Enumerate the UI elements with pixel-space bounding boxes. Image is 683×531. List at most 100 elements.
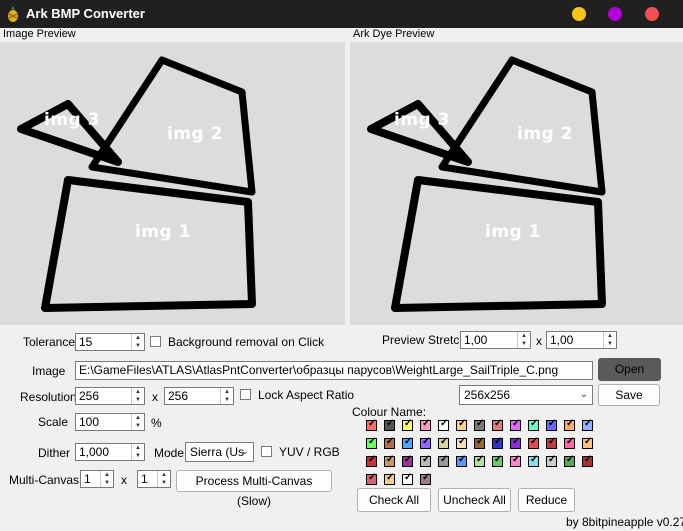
check-icon: ✓ <box>548 436 557 447</box>
colour-swatch-checkbox[interactable]: ✓ <box>402 472 413 485</box>
colour-swatch-checkbox[interactable]: ✓ <box>384 436 395 449</box>
colour-swatch-checkbox[interactable]: ✓ <box>492 418 503 431</box>
stretch-y-spinner[interactable]: ▲ ▼ <box>603 332 616 348</box>
yuv-rgb-checkbox[interactable] <box>261 446 272 457</box>
colour-swatch-checkbox[interactable]: ✓ <box>510 454 521 467</box>
title-bar: Ark BMP Converter <box>0 0 683 28</box>
colour-swatch-checkbox[interactable]: ✓ <box>384 418 395 431</box>
colour-swatch-checkbox[interactable]: ✓ <box>438 436 449 449</box>
check-icon: ✓ <box>440 436 449 447</box>
check-icon: ✓ <box>458 436 467 447</box>
colour-swatch-checkbox[interactable]: ✓ <box>564 418 575 431</box>
resolution-height-input[interactable]: 256 ▲ ▼ <box>164 387 234 405</box>
height-spinner[interactable]: ▲ ▼ <box>220 388 233 404</box>
check-icon: ✓ <box>584 436 593 447</box>
colour-swatch-checkbox[interactable]: ✓ <box>546 436 557 449</box>
resolution-preset-select[interactable]: 256x256 ⌄ <box>459 385 593 405</box>
multi-canvas-y-input[interactable]: 1 ▲ ▼ <box>137 470 171 488</box>
canvas-x-spinner[interactable]: ▲ ▼ <box>100 471 113 487</box>
image-preview-label: Image Preview <box>3 28 76 40</box>
colour-swatch-checkbox[interactable]: ✓ <box>420 472 431 485</box>
preview-stretch-y-input[interactable]: 1,00 ▲ ▼ <box>546 331 617 349</box>
uncheck-all-button[interactable]: Uncheck All <box>438 488 511 512</box>
preview-stretch-x-input[interactable]: 1,00 ▲ ▼ <box>460 331 531 349</box>
resolution-width-input[interactable]: 256 ▲ ▼ <box>75 387 145 405</box>
colour-swatch-checkbox[interactable]: ✓ <box>564 436 575 449</box>
colour-swatch-grid: ✓ ✓ ✓ ✓ ✓ ✓ ✓ ✓ ✓ ✓ ✓ ✓ ✓ ✓ ✓ ✓ ✓ ✓ ✓ ✓ ✓ ✓ ✓ ✓ ✓ ✓ ✓ ✓ ✓ ✓ ✓ ✓ ✓ ✓ ✓ ✓ ✓ ✓ ✓ ✓… <box>366 418 636 485</box>
tolerance-spinner[interactable]: ▲ ▼ <box>131 334 144 350</box>
lock-aspect-checkbox[interactable] <box>240 389 251 400</box>
colour-swatch-checkbox[interactable]: ✓ <box>582 454 593 467</box>
colour-swatch-checkbox[interactable]: ✓ <box>420 454 431 467</box>
colour-swatch-checkbox[interactable]: ✓ <box>456 454 467 467</box>
colour-swatch-checkbox[interactable]: ✓ <box>384 454 395 467</box>
colour-swatch-checkbox[interactable]: ✓ <box>438 454 449 467</box>
colour-swatch-checkbox[interactable]: ✓ <box>366 472 377 485</box>
colour-swatch-checkbox[interactable]: ✓ <box>564 454 575 467</box>
tolerance-input[interactable]: 15 ▲ ▼ <box>75 333 145 351</box>
colour-swatch-checkbox[interactable]: ✓ <box>420 418 431 431</box>
multi-canvas-x-input[interactable]: 1 ▲ ▼ <box>80 470 114 488</box>
stretch-x-spinner[interactable]: ▲ ▼ <box>517 332 530 348</box>
dither-spinner[interactable]: ▲ ▼ <box>131 444 144 460</box>
check-icon: ✓ <box>476 436 485 447</box>
check-all-button[interactable]: Check All <box>357 488 431 512</box>
check-icon: ✓ <box>476 418 485 429</box>
colour-swatch-checkbox[interactable]: ✓ <box>546 454 557 467</box>
bg-removal-label: Background removal on Click <box>168 335 325 349</box>
colour-swatch-checkbox[interactable]: ✓ <box>456 436 467 449</box>
close-button[interactable] <box>645 7 659 21</box>
colour-swatch-checkbox[interactable]: ✓ <box>474 436 485 449</box>
colour-swatch-checkbox[interactable]: ✓ <box>384 472 395 485</box>
check-icon: ✓ <box>476 454 485 465</box>
scale-spinner[interactable]: ▲ ▼ <box>131 414 144 430</box>
colour-swatch-checkbox[interactable]: ✓ <box>582 436 593 449</box>
check-icon: ✓ <box>530 454 539 465</box>
reduce-button[interactable]: Reduce <box>518 488 575 512</box>
colour-swatch-checkbox[interactable]: ✓ <box>402 454 413 467</box>
window-title: Ark BMP Converter <box>26 6 145 21</box>
process-multi-canvas-button[interactable]: Process Multi-Canvas (Slow) <box>176 470 332 508</box>
dither-input[interactable]: 1,000 ▲ ▼ <box>75 443 145 461</box>
check-icon: ✓ <box>530 418 539 429</box>
colour-swatch-checkbox[interactable]: ✓ <box>366 418 377 431</box>
bg-removal-checkbox[interactable] <box>150 336 161 347</box>
colour-swatch-checkbox[interactable]: ✓ <box>474 454 485 467</box>
colour-swatch-checkbox[interactable]: ✓ <box>366 436 377 449</box>
colour-swatch-checkbox[interactable]: ✓ <box>582 418 593 431</box>
check-icon: ✓ <box>368 472 377 483</box>
check-icon: ✓ <box>566 436 575 447</box>
width-spinner[interactable]: ▲ ▼ <box>131 388 144 404</box>
colour-swatch-checkbox[interactable]: ✓ <box>402 418 413 431</box>
colour-swatch-checkbox[interactable]: ✓ <box>402 436 413 449</box>
colour-swatch-checkbox[interactable]: ✓ <box>456 418 467 431</box>
resolution-label: Resolution <box>20 390 77 404</box>
shape-label: img 2 <box>167 124 223 144</box>
dither-mode-select[interactable]: Sierra (Us ⌄ <box>185 442 254 462</box>
colour-swatch-checkbox[interactable]: ✓ <box>510 418 521 431</box>
check-icon: ✓ <box>422 436 431 447</box>
colour-swatch-checkbox[interactable]: ✓ <box>366 454 377 467</box>
check-icon: ✓ <box>584 454 593 465</box>
colour-swatch-checkbox[interactable]: ✓ <box>528 454 539 467</box>
colour-swatch-checkbox[interactable]: ✓ <box>492 454 503 467</box>
colour-swatch-checkbox[interactable]: ✓ <box>474 418 485 431</box>
minimize-button[interactable] <box>572 7 586 21</box>
colour-swatch-checkbox[interactable]: ✓ <box>528 418 539 431</box>
shape-label: img 3 <box>394 110 450 130</box>
save-button[interactable]: Save <box>598 384 660 406</box>
colour-swatch-checkbox[interactable]: ✓ <box>528 436 539 449</box>
scale-input[interactable]: 100 ▲ ▼ <box>75 413 145 431</box>
maximize-button[interactable] <box>608 7 622 21</box>
colour-swatch-checkbox[interactable]: ✓ <box>420 436 431 449</box>
dye-preview-panel[interactable]: img 3 img 2 img 1 <box>350 42 683 325</box>
image-path-input[interactable]: E:\GameFiles\ATLAS\AtlasPntConverter\обр… <box>75 361 593 380</box>
colour-swatch-checkbox[interactable]: ✓ <box>510 436 521 449</box>
image-preview-panel[interactable]: img 3 img 2 img 1 <box>0 42 345 325</box>
colour-swatch-checkbox[interactable]: ✓ <box>438 418 449 431</box>
check-icon: ✓ <box>494 436 503 447</box>
open-button[interactable]: Open <box>598 358 661 381</box>
colour-swatch-checkbox[interactable]: ✓ <box>492 436 503 449</box>
canvas-y-spinner[interactable]: ▲ ▼ <box>157 471 170 487</box>
colour-swatch-checkbox[interactable]: ✓ <box>546 418 557 431</box>
